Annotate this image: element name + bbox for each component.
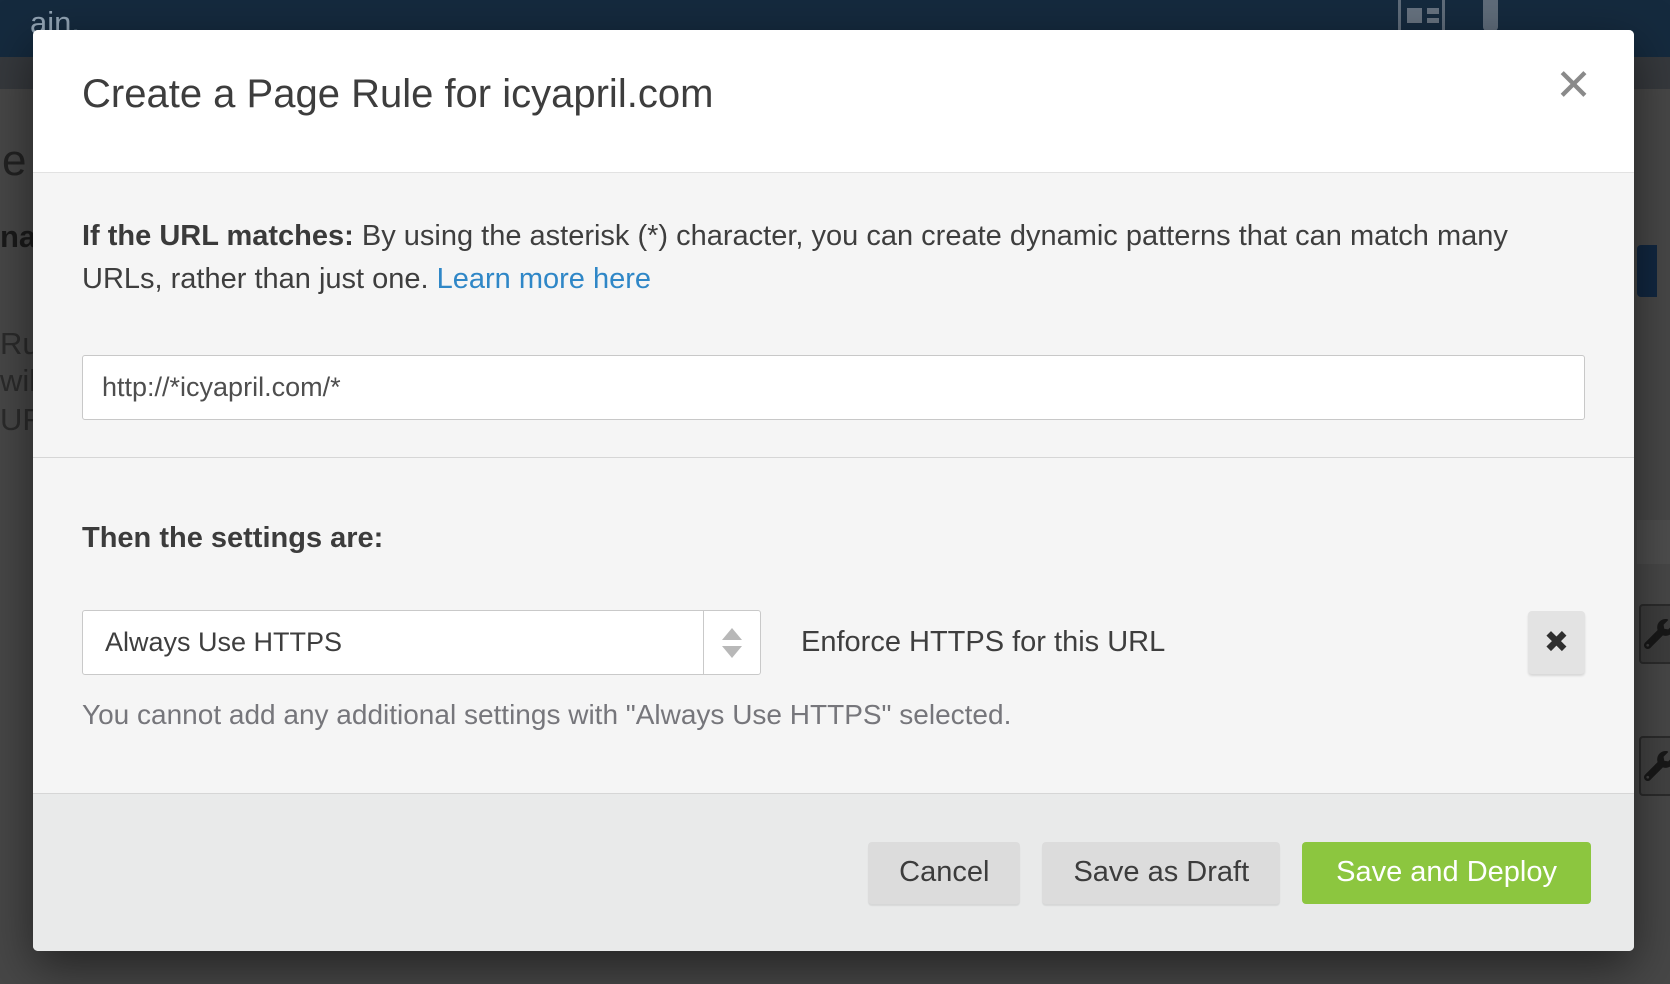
settings-heading: Then the settings are:	[82, 520, 1585, 556]
remove-setting-button[interactable]: ✖	[1528, 611, 1585, 674]
background-row	[1637, 520, 1670, 564]
setting-row: Always Use HTTPS Enforce HTTPS for this …	[82, 610, 1585, 675]
save-as-draft-button[interactable]: Save as Draft	[1042, 842, 1280, 904]
modal-title: Create a Page Rule for icyapril.com	[82, 72, 713, 117]
url-match-instructions: If the URL matches: By using the asteris…	[82, 215, 1585, 301]
background-blue-button	[1637, 245, 1657, 297]
section-divider	[33, 457, 1634, 458]
modal-body: If the URL matches: By using the asteris…	[33, 215, 1634, 731]
background-partial-icon	[1483, 0, 1498, 31]
setting-description: Enforce HTTPS for this URL	[801, 626, 1165, 659]
modal-header: Create a Page Rule for icyapril.com ✕	[33, 30, 1634, 173]
modal-footer: Cancel Save as Draft Save and Deploy	[33, 793, 1634, 951]
save-and-deploy-button[interactable]: Save and Deploy	[1302, 842, 1591, 904]
chevron-down-icon	[722, 646, 742, 658]
select-stepper[interactable]	[703, 611, 760, 674]
setting-select-value: Always Use HTTPS	[83, 611, 703, 674]
url-pattern-input[interactable]	[82, 355, 1585, 420]
learn-more-link[interactable]: Learn more here	[437, 263, 651, 295]
cancel-button[interactable]: Cancel	[868, 842, 1020, 904]
wrench-icon	[1639, 604, 1670, 664]
page-rule-modal: Create a Page Rule for icyapril.com ✕ If…	[33, 30, 1634, 951]
wrench-icon	[1639, 736, 1670, 796]
background-text-fragment: e	[2, 136, 26, 186]
setting-select[interactable]: Always Use HTTPS	[82, 610, 761, 675]
chevron-up-icon	[722, 628, 742, 640]
close-icon[interactable]: ✕	[1555, 64, 1592, 108]
url-match-label: If the URL matches:	[82, 220, 354, 252]
screen: ain. e nav Ru will UR Create a Page Rule…	[0, 0, 1670, 984]
settings-note: You cannot add any additional settings w…	[82, 699, 1585, 731]
